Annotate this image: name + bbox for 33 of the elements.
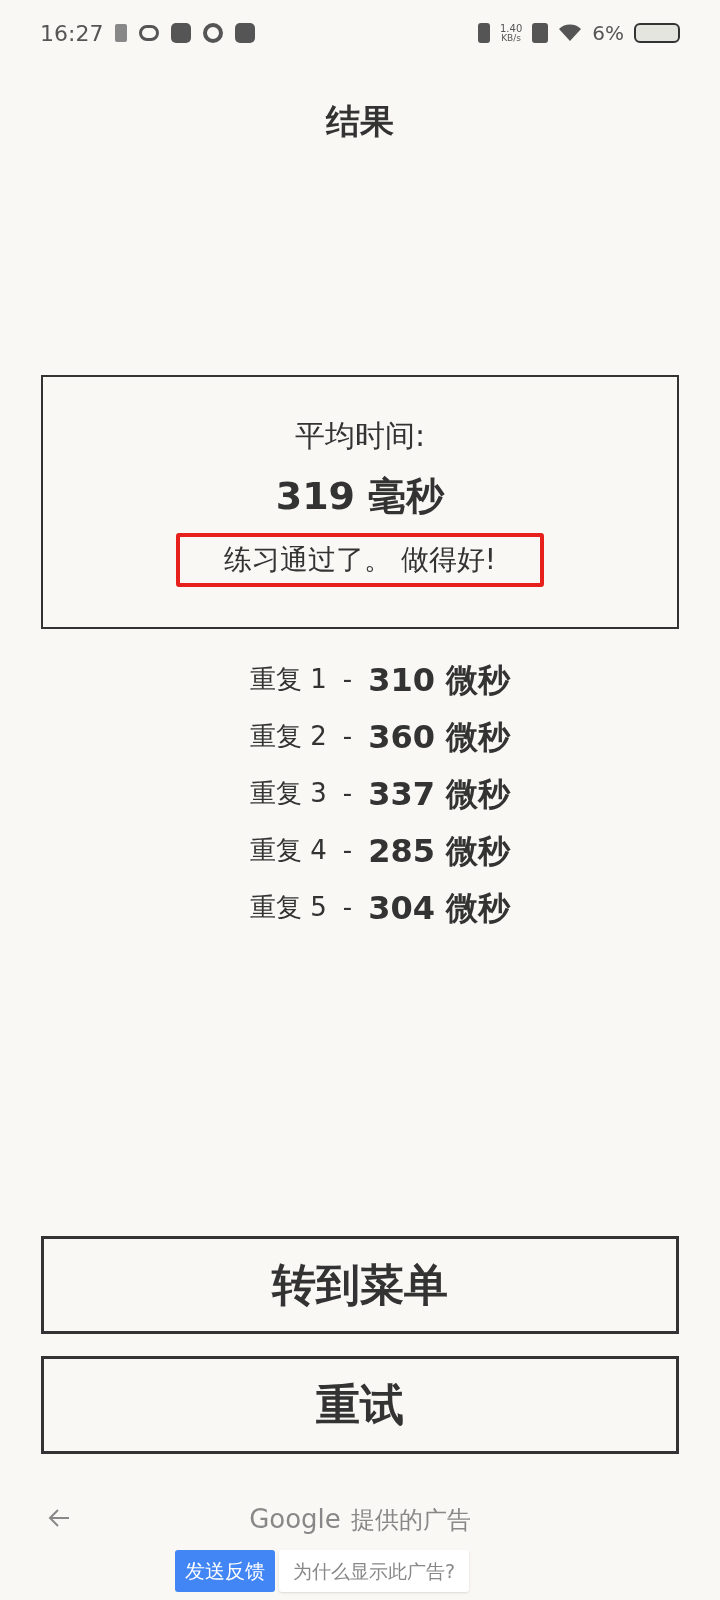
repeat-label: 重复 1 [249,663,327,696]
back-arrow-icon[interactable] [48,1508,70,1528]
repeat-label: 重复 5 [249,891,327,924]
repeat-label: 重复 4 [249,834,327,867]
separator: - [342,777,353,810]
net-speed: 1.40 [500,23,523,34]
separator: - [342,891,353,924]
repeat-label: 重复 2 [249,720,327,753]
wifi-icon [558,24,583,42]
battery-percent: 6% [592,20,624,47]
clock: 16:27 [40,19,104,48]
result-message: 练习通过了。 做得好! [175,533,545,587]
repeat-value: 285 微秒 [368,830,511,872]
repeat-label: 重复 3 [249,777,327,810]
net-speed-unit: KB/s [501,33,522,43]
battery-icon [634,23,680,43]
action-button[interactable]: 转到菜单 [41,1236,679,1334]
average-value: 319 毫秒 [275,473,445,520]
feedback-button[interactable]: 发送反馈 [175,1550,275,1592]
separator: - [342,720,353,753]
action-button[interactable]: 重试 [41,1356,679,1454]
repeat-value: 360 微秒 [368,716,511,758]
why-ad-button[interactable]: 为什么显示此广告? [279,1550,470,1592]
ad-brand: Google [249,1503,341,1536]
page-title: 结果 [326,100,394,143]
separator: - [342,834,353,867]
battery-saver-icon [115,24,128,42]
average-label: 平均时间: [294,417,426,455]
repeat-value: 304 微秒 [368,887,511,929]
repeat-value: 310 微秒 [368,659,511,701]
ad-caption: 提供的广告 [350,1504,471,1536]
separator: - [342,663,353,696]
repeat-value: 337 微秒 [368,773,511,815]
